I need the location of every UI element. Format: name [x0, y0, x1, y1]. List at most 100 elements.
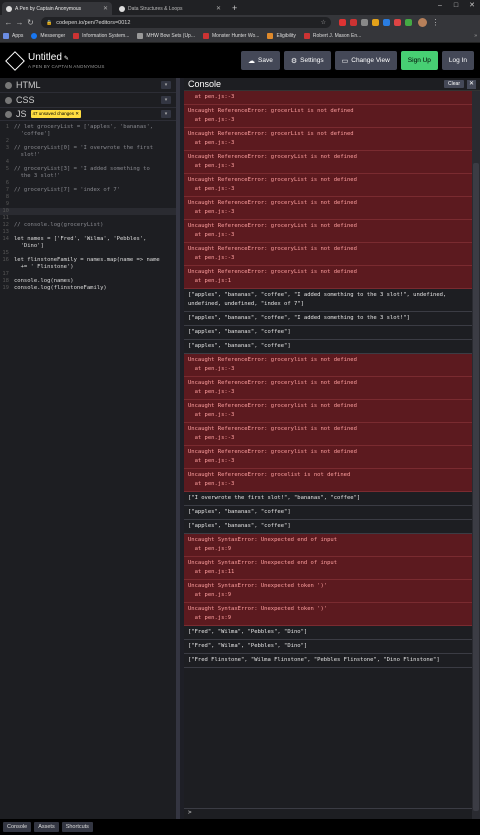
clear-button[interactable]: Clear — [444, 80, 464, 88]
back-icon[interactable]: ← — [3, 18, 14, 27]
pen-title[interactable]: Untitled ✎ — [28, 52, 105, 63]
browser-menu-icon[interactable]: ⋮ — [430, 18, 441, 27]
minimize-icon[interactable]: – — [432, 0, 448, 12]
chevron-down-icon[interactable]: ▾ — [161, 96, 171, 104]
console-entry-line: at pen.js:-3 — [188, 412, 235, 418]
edit-pencil-icon[interactable]: ✎ — [64, 56, 69, 62]
change-view-label: Change View — [351, 57, 390, 64]
console-entry-line: ["Fred", "Wilma", "Pebbles", "Dino"] — [188, 643, 308, 649]
code-line: 15 — [0, 250, 176, 257]
console-log-list: at pen.js:-3 Uncaught ReferenceError: gro… — [184, 91, 472, 668]
site-icon — [267, 33, 274, 39]
chevron-down-icon[interactable]: ▾ — [161, 81, 171, 89]
unsaved-changes-badge[interactable]: 47 unsaved changes ✕ — [30, 110, 82, 118]
bookmark-messenger[interactable]: Messenger — [31, 33, 65, 39]
codepen-logo-icon[interactable] — [5, 50, 25, 71]
js-code-editor[interactable]: 1 // let groceryList = ['apples', 'banana… — [0, 121, 176, 292]
login-button[interactable]: Log In — [441, 51, 474, 70]
line-number: 8 — [5, 194, 9, 200]
extension-icon[interactable] — [339, 19, 346, 26]
gear-icon[interactable] — [5, 110, 12, 118]
extension-icon[interactable] — [405, 19, 412, 26]
bookmark-star-icon[interactable]: ☆ — [321, 19, 326, 26]
code-text: the 3 slot!' — [14, 173, 61, 179]
bookmark-eligibility[interactable]: Eligibility — [267, 33, 296, 39]
new-tab-icon[interactable]: + — [228, 3, 241, 15]
console-error-entry: Uncaught SyntaxError: Unexpected end of … — [184, 534, 472, 557]
address-bar[interactable]: 🔒 codepen.io/pen/?editors=0012 ☆ — [41, 17, 331, 28]
bookmark-label: Monster Hunter Wo... — [212, 33, 260, 39]
console-error-entry: Uncaught ReferenceError: grocerList is n… — [184, 105, 472, 128]
tab-close-icon[interactable]: ✕ — [216, 5, 221, 12]
settings-button[interactable]: ⚙ Settings — [283, 51, 331, 70]
line-number — [0, 152, 14, 159]
bookmark-apps[interactable]: Apps — [3, 33, 23, 39]
extension-icon[interactable] — [372, 19, 379, 26]
code-line: the 3 slot!' — [0, 173, 176, 180]
line-number: 19 — [2, 285, 9, 291]
console-scrollbar[interactable] — [472, 91, 480, 819]
code-line: 16 let flinstoneFamily = names.map(name =… — [0, 257, 176, 264]
bookmark-robert-mason[interactable]: Robert J. Mason En... — [303, 33, 361, 39]
footer-shortcuts-button[interactable]: Shortcuts — [61, 822, 93, 832]
panel-title: JS — [16, 109, 27, 119]
gear-icon[interactable] — [5, 81, 12, 89]
line-number: 14 — [2, 236, 9, 242]
console-entry-line: at pen.js:1 — [188, 278, 232, 284]
gear-icon[interactable] — [5, 96, 12, 104]
extension-icon[interactable] — [394, 19, 401, 26]
pen-author: A PEN BY CAPTAIN ANONYMOUS — [28, 64, 105, 69]
chevron-down-icon[interactable]: ▾ — [161, 110, 171, 118]
bookmarks-overflow-icon[interactable]: » — [474, 33, 477, 39]
signup-button[interactable]: Sign Up — [400, 51, 438, 70]
browser-tab-pen[interactable]: A Pen by Captain Anonymous ✕ — [2, 2, 112, 15]
console-entry-line: at pen.js:9 — [188, 615, 232, 621]
bookmark-label: Messenger — [40, 33, 66, 39]
extension-icon[interactable] — [361, 19, 368, 26]
extension-icon[interactable] — [383, 19, 390, 26]
console-log-entry: ["apples", "bananas", "coffee"] — [184, 326, 472, 340]
reload-icon[interactable]: ↻ — [25, 18, 36, 27]
console-entry-line: ["apples", "bananas", "coffee"] — [188, 329, 291, 335]
line-number: 13 — [2, 229, 9, 235]
extension-icon[interactable] — [350, 19, 357, 26]
extensions — [339, 19, 412, 26]
change-view-button[interactable]: ▭ Change View — [334, 51, 397, 70]
console-entry-line: Uncaught ReferenceError: groceryList is … — [188, 269, 357, 275]
line-number: 4 — [5, 159, 9, 165]
bookmark-mhw-bow-sets[interactable]: MHW Bow Sets (Up... — [137, 33, 195, 39]
console-entry-line: Uncaught SyntaxError: Unexpected token '… — [188, 583, 328, 589]
code-line: 9 — [0, 201, 176, 208]
scrollbar-thumb[interactable] — [473, 163, 479, 811]
bookmark-monster-hunter[interactable]: Monster Hunter Wo... — [203, 33, 259, 39]
console-error-entry: Uncaught ReferenceError: groceryList is … — [184, 266, 472, 289]
code-line: 6 — [0, 180, 176, 187]
browser-toolbar: ← → ↻ 🔒 codepen.io/pen/?editors=0012 ☆ ⋮ — [0, 15, 480, 30]
console-input[interactable]: > — [184, 808, 472, 819]
css-panel-header[interactable]: CSS ▾ — [0, 93, 176, 108]
browser-tab-data-structures[interactable]: Data Structures & Loops ✕ — [115, 2, 225, 15]
console-entry-line: ["apples", "bananas", "coffee"] — [188, 343, 291, 349]
login-label: Log In — [448, 57, 467, 64]
layout-icon: ▭ — [341, 57, 349, 65]
tab-close-icon[interactable]: ✕ — [103, 5, 108, 12]
footer-console-button[interactable]: Console — [3, 822, 32, 832]
html-panel-header[interactable]: HTML ▾ — [0, 78, 176, 93]
console-entry-line: Uncaught ReferenceError: grocerylist is … — [188, 357, 357, 363]
window-close-icon[interactable]: ✕ — [464, 0, 480, 12]
line-number: 18 — [2, 278, 9, 284]
maximize-icon[interactable]: □ — [448, 0, 464, 12]
console-entry-line: at pen.js:-3 — [188, 389, 235, 395]
footer-assets-button[interactable]: Assets — [34, 822, 59, 832]
code-text: // groceryList[3] = 'I added something t… — [14, 166, 150, 172]
close-console-icon[interactable]: ✕ — [467, 79, 476, 89]
code-text: // console.log(groceryList) — [14, 222, 104, 228]
line-number: 5 — [5, 166, 9, 172]
save-button[interactable]: ☁ Save — [241, 51, 280, 70]
bookmark-information-system[interactable]: Information System... — [73, 33, 129, 39]
forward-icon[interactable]: → — [14, 18, 25, 27]
profile-avatar[interactable] — [418, 18, 427, 27]
panel-title: HTML — [16, 80, 41, 90]
console-log-entry: ["Fred", "Wilma", "Pebbles", "Dino"] — [184, 640, 472, 654]
js-panel-header[interactable]: JS 47 unsaved changes ✕ ▾ — [0, 108, 176, 121]
